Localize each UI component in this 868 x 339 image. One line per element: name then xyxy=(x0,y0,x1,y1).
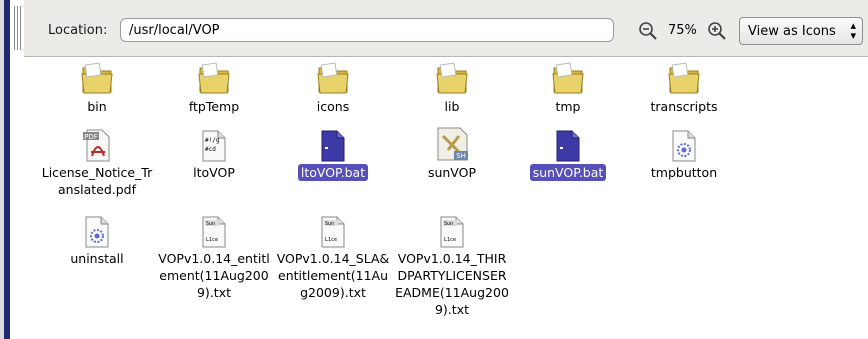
file-label: License_Notice_Translated.pdf xyxy=(41,165,153,197)
location-toolbar: Location: 75% View as Icons ▴▾ xyxy=(14,0,868,57)
pdf-file-icon: PDF xyxy=(37,126,157,162)
folder-icon xyxy=(392,60,512,96)
shell-script-file-icon: SH xyxy=(392,126,512,162)
svg-text:L1ce: L1ce xyxy=(206,237,218,243)
file-item[interactable]: transcripts xyxy=(624,60,744,115)
file-label: sunVOP.bat xyxy=(529,164,607,181)
file-item[interactable]: sunVOP.bat xyxy=(508,126,628,181)
executable-file-icon xyxy=(624,126,744,162)
file-item[interactable]: SH sunVOP xyxy=(392,126,512,181)
svg-text:PDF: PDF xyxy=(84,133,98,141)
svg-text:Sun: Sun xyxy=(444,221,453,227)
svg-text:#!/g: #!/g xyxy=(205,137,220,144)
file-item[interactable]: Sun L1ce VOPv1.0.14_entitlement(11Aug2009)… xyxy=(154,212,274,301)
folder-icon xyxy=(273,60,393,96)
file-label: icons xyxy=(316,99,350,114)
view-mode-label: View as Icons xyxy=(748,24,836,39)
file-label: VOPv1.0.14_entitlement(11Aug2009).txt xyxy=(158,251,270,300)
file-label: uninstall xyxy=(70,251,124,266)
zoom-out-icon[interactable] xyxy=(637,20,659,42)
file-label: ftpTemp xyxy=(188,99,240,114)
zoom-in-icon[interactable] xyxy=(706,20,728,42)
text-file-icon: Sun L1ce xyxy=(392,212,512,248)
text-file-icon: Sun L1ce xyxy=(154,212,274,248)
file-label: transcripts xyxy=(650,99,718,114)
select-arrows-icon: ▴ ▾ xyxy=(850,19,856,42)
file-label: ltoVOP xyxy=(193,165,235,180)
file-label: tmpbutton xyxy=(650,165,718,180)
file-item[interactable]: #!/g #cd ltoVOP xyxy=(154,126,274,181)
folder-icon xyxy=(37,60,157,96)
folder-icon xyxy=(154,60,274,96)
zoom-level: 75% xyxy=(668,23,697,38)
svg-text:L1ce: L1ce xyxy=(444,237,456,243)
svg-text:#cd: #cd xyxy=(205,146,216,153)
toolbar-grip-handle[interactable] xyxy=(14,6,22,50)
file-label: VOPv1.0.14_SLA&entitlement(11Aug2009).tx… xyxy=(276,251,390,300)
svg-text:Sun: Sun xyxy=(206,221,215,227)
file-label: VOPv1.0.14_THIRDPARTYLICENSEREADME(11Aug… xyxy=(395,251,509,317)
svg-text:SH: SH xyxy=(456,152,466,160)
location-input[interactable] xyxy=(120,18,614,42)
window-left-edge xyxy=(0,0,10,339)
file-item[interactable]: tmp xyxy=(508,60,628,115)
file-item[interactable]: Sun L1ce VOPv1.0.14_THIRDPARTYLICENSEREADM… xyxy=(392,212,512,318)
file-label: bin xyxy=(87,99,107,114)
file-label: lib xyxy=(444,99,460,114)
executable-file-icon xyxy=(37,212,157,248)
file-item[interactable]: lib xyxy=(392,60,512,115)
file-item[interactable]: uninstall xyxy=(37,212,157,267)
file-item[interactable]: Sun L1ce VOPv1.0.14_SLA&entitlement(11Aug2… xyxy=(273,212,393,301)
file-item[interactable]: icons xyxy=(273,60,393,115)
file-item[interactable]: tmpbutton xyxy=(624,126,744,181)
location-label: Location: xyxy=(48,23,108,38)
file-item[interactable]: ftpTemp xyxy=(154,60,274,115)
file-label: ltoVOP.bat xyxy=(297,164,369,181)
svg-text:Sun: Sun xyxy=(325,221,334,227)
script-file-icon: #!/g #cd xyxy=(154,126,274,162)
svg-text:L1ce: L1ce xyxy=(325,237,337,243)
file-label: tmp xyxy=(555,99,581,114)
file-label: sunVOP xyxy=(427,165,477,180)
folder-icon xyxy=(508,60,628,96)
file-item[interactable]: PDF License_Notice_Translated.pdf xyxy=(37,126,157,198)
file-item[interactable]: ltoVOP.bat xyxy=(273,126,393,181)
file-item[interactable]: bin xyxy=(37,60,157,115)
bat-file-icon xyxy=(273,126,393,162)
view-mode-select[interactable]: View as Icons ▴ ▾ xyxy=(739,17,863,45)
bat-file-icon xyxy=(508,126,628,162)
text-file-icon: Sun L1ce xyxy=(273,212,393,248)
folder-icon xyxy=(624,60,744,96)
